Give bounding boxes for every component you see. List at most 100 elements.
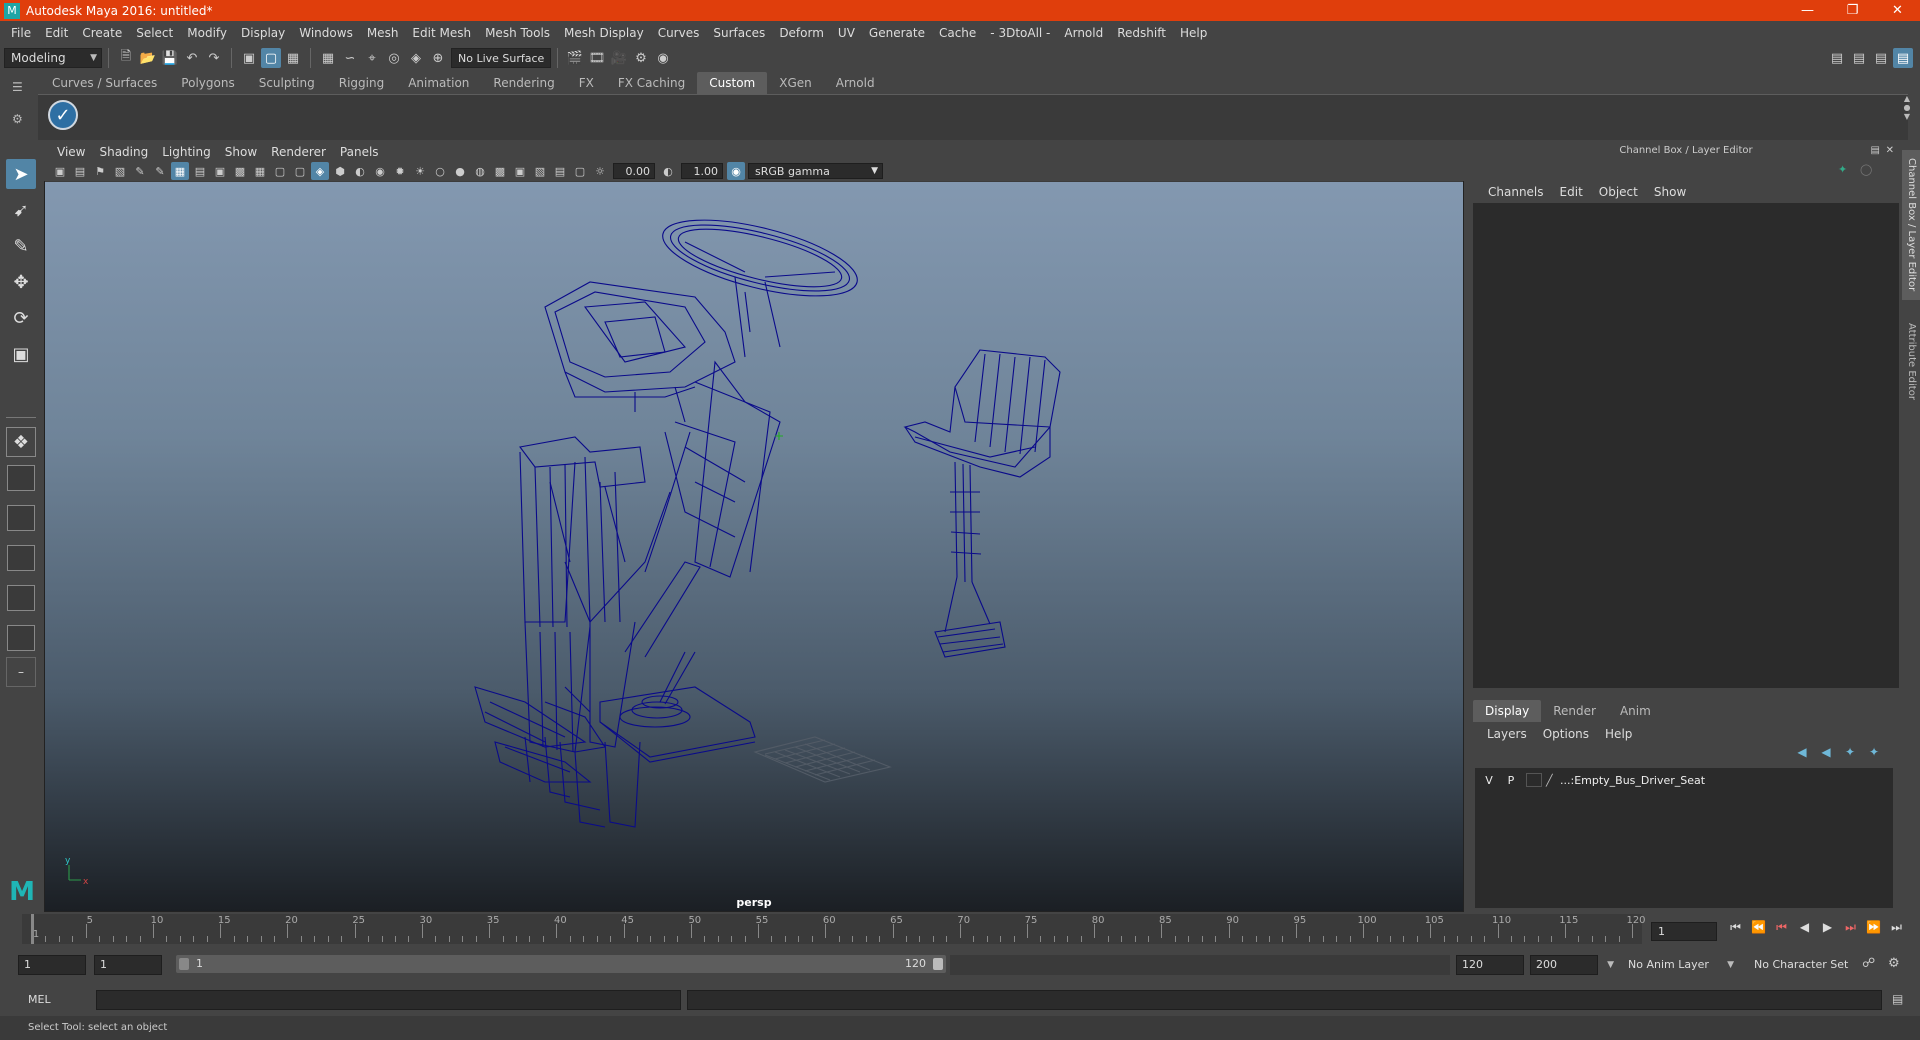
shelf-tab-rigging[interactable]: Rigging: [327, 72, 396, 94]
play-backward-icon[interactable]: ◀: [1793, 920, 1816, 942]
viewport-canvas[interactable]: y x persp: [45, 182, 1463, 911]
viewport-menu-renderer[interactable]: Renderer: [264, 145, 333, 159]
shelf-tab-sculpting[interactable]: Sculpting: [247, 72, 327, 94]
film-gate-icon[interactable]: ▤: [191, 162, 209, 180]
current-frame-field[interactable]: 1: [1651, 922, 1717, 941]
object-menu[interactable]: Object: [1591, 185, 1646, 199]
playback-start-field[interactable]: 1: [94, 955, 162, 975]
step-forward-key-icon[interactable]: ⏭: [1839, 920, 1862, 942]
shelf-tab-xgen[interactable]: XGen: [767, 72, 824, 94]
anim-prefs-icon[interactable]: ⚙: [1888, 956, 1900, 971]
range-start-handle[interactable]: [179, 958, 189, 970]
attribute-editor-icon[interactable]: ▤: [1849, 48, 1869, 68]
new-scene-icon[interactable]: 🗎: [116, 48, 136, 68]
menu-windows[interactable]: Windows: [292, 26, 360, 40]
render-frame-icon[interactable]: 🎞: [587, 48, 607, 68]
menu-help[interactable]: Help: [1173, 26, 1214, 40]
layer-color-icon[interactable]: ╱: [1546, 774, 1560, 787]
mode-selector[interactable]: Modeling ▼: [4, 48, 102, 68]
shelf-tab-arnold[interactable]: Arnold: [824, 72, 887, 94]
render-settings-icon[interactable]: ⚙: [631, 48, 651, 68]
new-layer-selected-icon[interactable]: ✦: [1862, 745, 1886, 765]
shelf-tab-fx-caching[interactable]: FX Caching: [606, 72, 697, 94]
lasso-tool-icon[interactable]: ➹: [6, 195, 36, 225]
menu-cache[interactable]: Cache: [932, 26, 983, 40]
layer-row[interactable]: V P ╱ ...:Empty_Bus_Driver_Seat: [1478, 771, 1888, 789]
menu-curves[interactable]: Curves: [651, 26, 707, 40]
layout-more-icon[interactable]: –: [6, 657, 36, 687]
menu-edit[interactable]: Edit: [38, 26, 75, 40]
menu-arnold[interactable]: Arnold: [1057, 26, 1110, 40]
shelf-tab-custom[interactable]: Custom: [697, 72, 768, 94]
shelf-tab-polygons[interactable]: Polygons: [169, 72, 246, 94]
bookmark-icon[interactable]: ⚑: [91, 162, 109, 180]
end-time-dropdown[interactable]: ▼: [1602, 955, 1618, 975]
menu-mesh[interactable]: Mesh: [360, 26, 406, 40]
menu-file[interactable]: File: [4, 26, 38, 40]
range-slider[interactable]: 1 120: [176, 955, 946, 973]
undo-icon[interactable]: ↶: [182, 48, 202, 68]
shelf-tab-rendering[interactable]: Rendering: [481, 72, 566, 94]
xray-active-icon[interactable]: ▤: [551, 162, 569, 180]
tool-settings-icon[interactable]: ▤: [1871, 48, 1891, 68]
tab-render[interactable]: Render: [1541, 700, 1608, 722]
select-tool-icon[interactable]: ➤: [6, 159, 36, 189]
menu-modify[interactable]: Modify: [180, 26, 234, 40]
go-to-start-icon[interactable]: ⏮: [1724, 920, 1747, 942]
ipr-render-icon[interactable]: 🎥: [609, 48, 629, 68]
save-scene-icon[interactable]: 💾: [160, 48, 180, 68]
use-lights-icon[interactable]: ☀: [411, 162, 429, 180]
options-menu[interactable]: Options: [1535, 727, 1597, 741]
snap-surface-icon[interactable]: ◈: [406, 48, 426, 68]
minimize-button[interactable]: —: [1785, 0, 1830, 21]
color-management-icon[interactable]: ◉: [727, 162, 745, 180]
layout-graph-icon[interactable]: [7, 585, 35, 611]
grid-icon[interactable]: ▦: [171, 162, 189, 180]
time-slider[interactable]: 5 10 15 20 25 30 35 40 45 50 55 60 65 70 75 80 85 90 95 100…: [22, 914, 1646, 944]
menu-create[interactable]: Create: [75, 26, 129, 40]
xray-joints-icon[interactable]: ▧: [531, 162, 549, 180]
menu-deform[interactable]: Deform: [772, 26, 831, 40]
gate-mask-icon[interactable]: ▩: [231, 162, 249, 180]
paint-select-icon[interactable]: ✎: [6, 231, 36, 261]
new-layer-icon[interactable]: ✦: [1838, 745, 1862, 765]
step-back-icon[interactable]: ⏪: [1747, 920, 1770, 942]
backface-icon[interactable]: ▢: [571, 162, 589, 180]
shelf-settings-icon[interactable]: ⚙: [12, 112, 23, 126]
viewport-menu-shading[interactable]: Shading: [92, 145, 155, 159]
move-tool-icon[interactable]: ✥: [6, 267, 36, 297]
menu-display[interactable]: Display: [234, 26, 292, 40]
tab-display[interactable]: Display: [1473, 700, 1542, 722]
close-icon[interactable]: ✕: [1886, 142, 1894, 160]
field-chart-icon[interactable]: ▦: [251, 162, 269, 180]
layout-two-view-icon[interactable]: [7, 505, 35, 531]
script-editor-icon[interactable]: ▤: [1892, 992, 1903, 1006]
layers-menu[interactable]: Layers: [1479, 727, 1535, 741]
shelf-menu-icon[interactable]: ☰: [12, 80, 23, 94]
help-menu[interactable]: Help: [1597, 727, 1640, 741]
checkmark-icon[interactable]: ✓: [48, 100, 78, 130]
close-button[interactable]: ✕: [1875, 0, 1920, 21]
shelf-scroll[interactable]: ▲ ● ▼: [1900, 94, 1914, 140]
scroll-down-icon[interactable]: ▼: [1900, 112, 1914, 121]
isolate-select-icon[interactable]: ▣: [511, 162, 529, 180]
snap-grid-icon[interactable]: ▦: [318, 48, 338, 68]
shelf-tab-fx[interactable]: FX: [567, 72, 606, 94]
select-hierarchy-icon[interactable]: ▣: [239, 48, 259, 68]
snap-curve-icon[interactable]: ∽: [340, 48, 360, 68]
textured-icon[interactable]: ◉: [371, 162, 389, 180]
step-back-key-icon[interactable]: ⏮: [1770, 920, 1793, 942]
shelf-tab-curves-surfaces[interactable]: Curves / Surfaces: [40, 72, 169, 94]
scale-tool-icon[interactable]: ▣: [6, 339, 36, 369]
tab-attribute-editor[interactable]: Attribute Editor: [1902, 306, 1920, 416]
resolution-gate-icon[interactable]: ▣: [211, 162, 229, 180]
step-forward-icon[interactable]: ⏩: [1862, 920, 1885, 942]
soft-select-icon[interactable]: ❖: [6, 427, 36, 457]
safe-action-icon[interactable]: ▢: [271, 162, 289, 180]
anim-layer-dropdown[interactable]: No Anim Layer ▼: [1622, 955, 1738, 975]
menu-edit-mesh[interactable]: Edit Mesh: [405, 26, 478, 40]
menu-3dtoall[interactable]: - 3DtoAll -: [983, 26, 1057, 40]
menu-surfaces[interactable]: Surfaces: [706, 26, 772, 40]
camera-attr-icon[interactable]: ▤: [71, 162, 89, 180]
live-surface-field[interactable]: No Live Surface: [451, 48, 551, 68]
